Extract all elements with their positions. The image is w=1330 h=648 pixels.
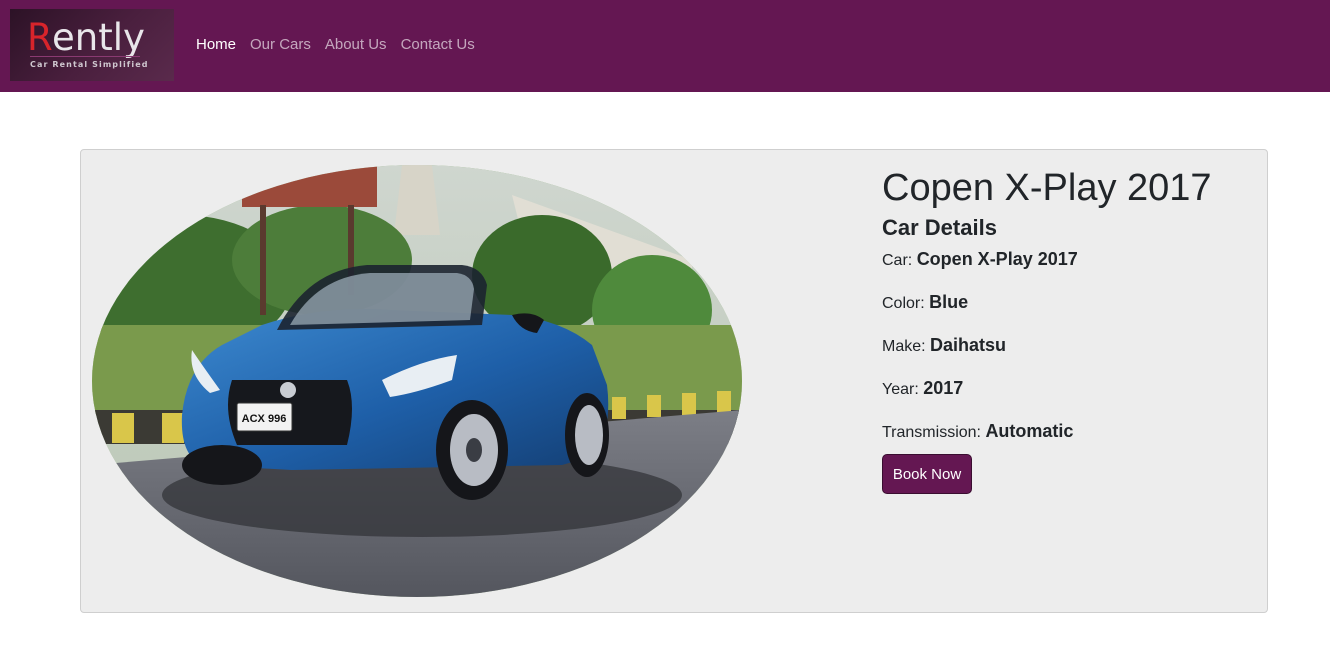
spec-make: Make: Daihatsu: [882, 334, 1262, 358]
nav-our-cars[interactable]: Our Cars: [250, 36, 311, 54]
logo-underline: [30, 56, 140, 57]
spec-car-label: Car:: [882, 252, 913, 269]
brand-logo[interactable]: R ently Car Rental Simplified: [10, 9, 174, 81]
details-heading: Car Details: [882, 215, 997, 240]
car-title: Copen X-Play 2017: [882, 167, 1212, 209]
spec-make-value: Daihatsu: [930, 335, 1007, 355]
spec-color-label: Color:: [882, 295, 925, 312]
spec-make-label: Make:: [882, 338, 926, 355]
spec-transmission: Transmission: Automatic: [882, 420, 1262, 444]
spec-car: Car: Copen X-Play 2017: [882, 248, 1262, 272]
navbar: R ently Car Rental Simplified Home Our C…: [0, 0, 1330, 92]
car-image: ACX 996: [92, 165, 742, 597]
spec-year-label: Year:: [882, 381, 919, 398]
spec-transmission-label: Transmission:: [882, 424, 981, 441]
nav-about-us[interactable]: About Us: [325, 36, 387, 54]
license-plate-text: ACX 996: [242, 413, 287, 425]
nav-contact-us[interactable]: Contact Us: [401, 36, 475, 54]
book-now-button[interactable]: Book Now: [882, 454, 972, 494]
spec-year-value: 2017: [923, 378, 964, 398]
car-detail-card: ACX 996 Copen X-Play 2017 Car Details Ca…: [80, 149, 1268, 613]
spec-color-value: Blue: [929, 292, 969, 312]
logo-tagline: Car Rental Simplified: [30, 60, 149, 69]
spec-transmission-value: Automatic: [985, 421, 1074, 441]
nav-home[interactable]: Home: [196, 36, 236, 54]
logo-letter: R: [27, 16, 53, 59]
logo-text: ently: [52, 16, 145, 59]
spec-color: Color: Blue: [882, 291, 1262, 315]
spec-car-value: Copen X-Play 2017: [916, 249, 1078, 269]
spec-year: Year: 2017: [882, 377, 1262, 401]
car-details: Copen X-Play 2017 Car Details Car: Copen…: [882, 164, 1262, 494]
nav-links: Home Our Cars About Us Contact Us: [196, 36, 475, 54]
